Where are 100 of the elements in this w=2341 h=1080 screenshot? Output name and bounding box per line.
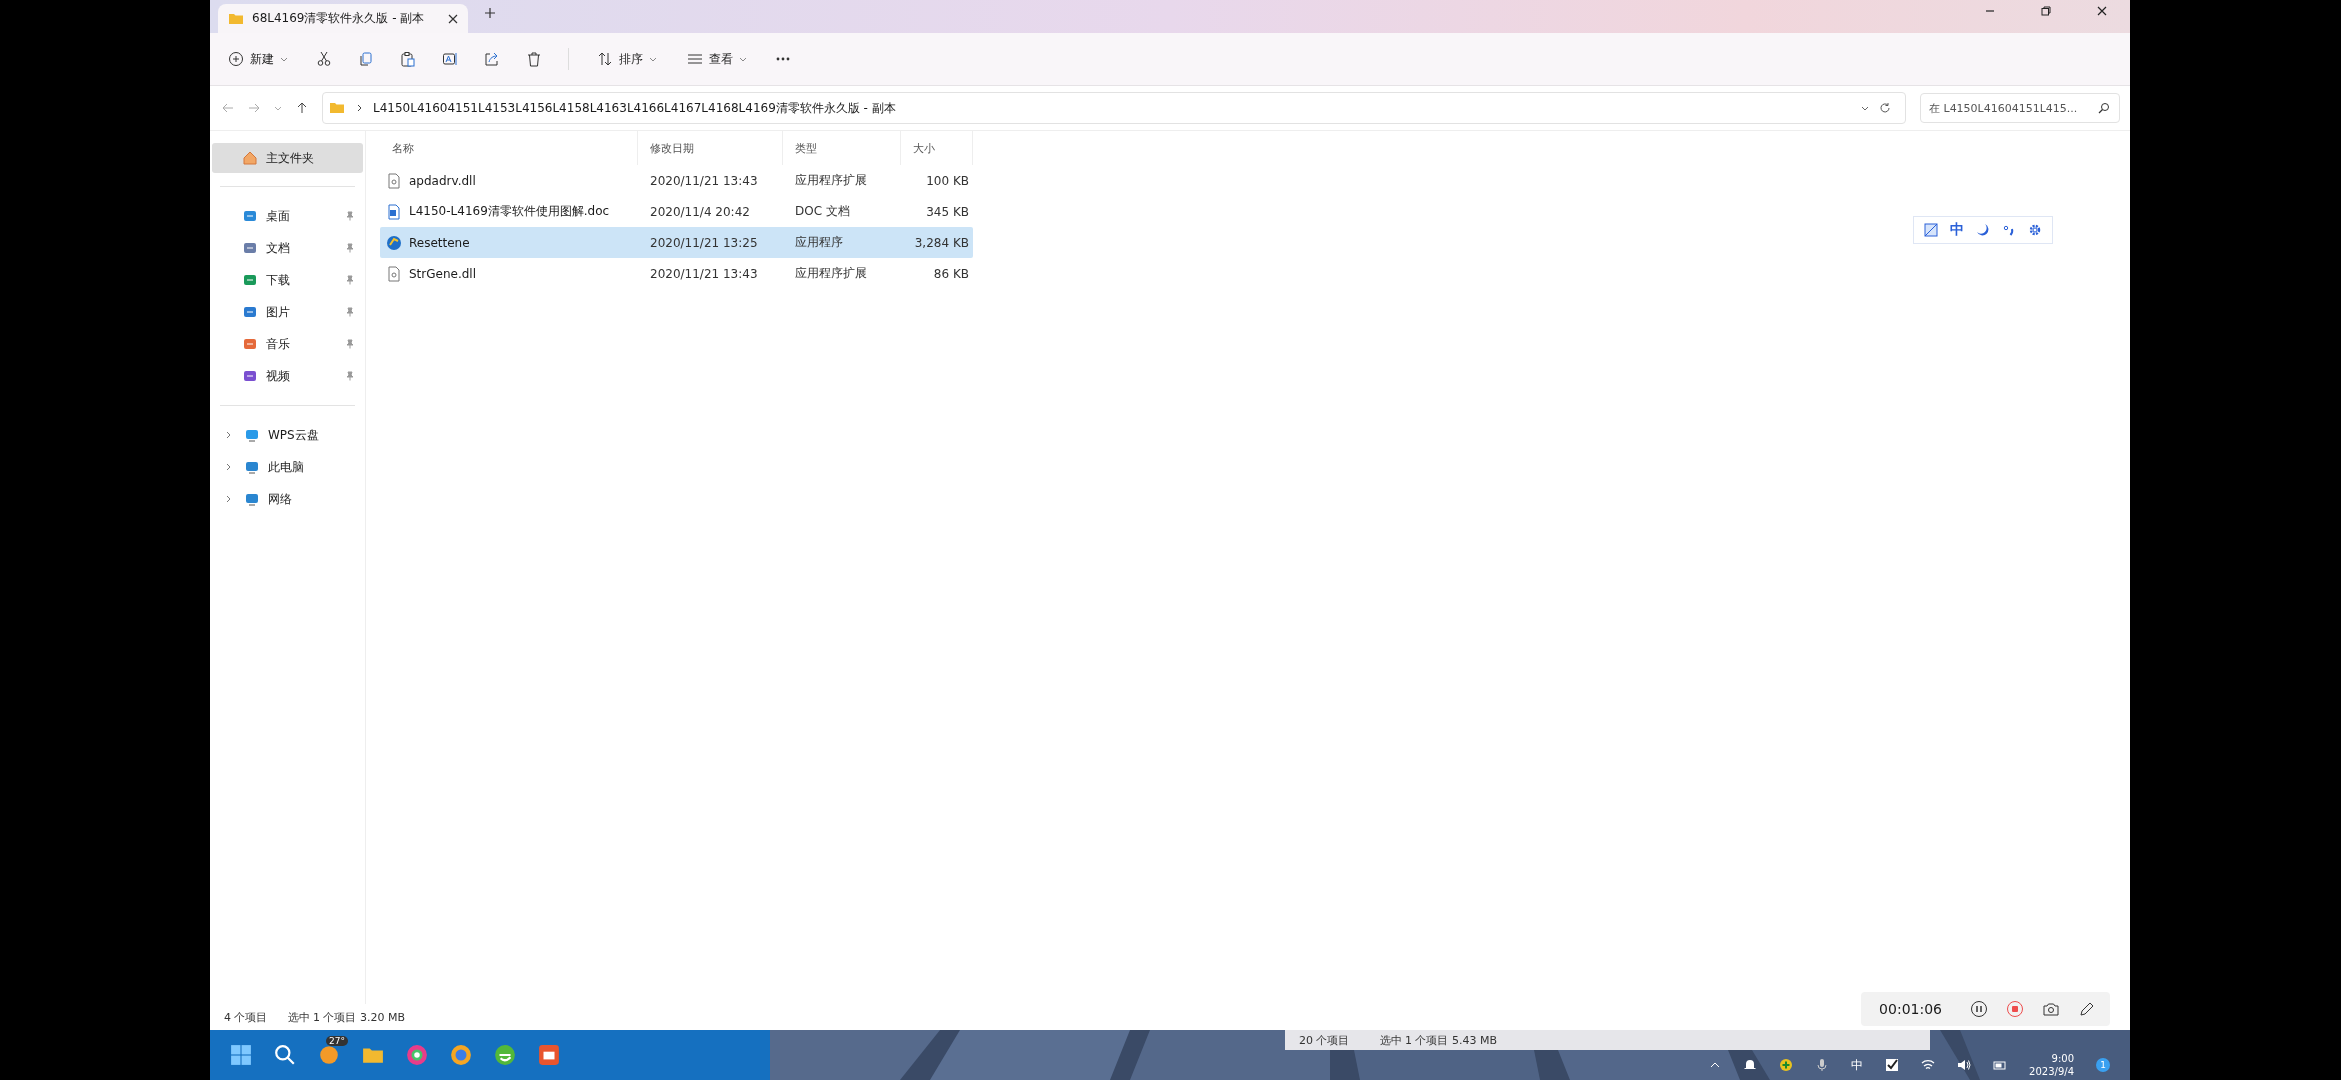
close-icon[interactable] bbox=[448, 13, 458, 24]
browser-icon[interactable] bbox=[450, 1044, 472, 1066]
sidebar-item[interactable]: 主文件夹 bbox=[212, 143, 363, 173]
video-app-icon[interactable] bbox=[538, 1044, 560, 1066]
pen-icon[interactable] bbox=[1924, 223, 1938, 237]
sidebar-item[interactable]: 此电脑 bbox=[236, 452, 312, 482]
home-icon bbox=[242, 150, 258, 166]
table-cell-text: 应用程序 bbox=[794, 234, 844, 251]
pin-icon[interactable] bbox=[345, 211, 355, 221]
sidebar-item[interactable]: 文档 bbox=[234, 233, 345, 263]
file-row[interactable]: StrGene.dll 2020/11/21 13:43 应用程序扩展 86 KB bbox=[380, 258, 973, 289]
chevron-down-icon bbox=[1861, 104, 1869, 112]
close-icon[interactable] bbox=[2096, 4, 2108, 17]
table-cell-text: 100 KB bbox=[925, 173, 970, 188]
pin-icon[interactable] bbox=[345, 243, 355, 253]
caret-icon bbox=[280, 55, 288, 63]
pin-icon[interactable] bbox=[345, 339, 355, 349]
up-icon[interactable] bbox=[296, 102, 308, 114]
ime-mode[interactable]: 中 bbox=[1950, 221, 1964, 239]
clock-date[interactable]: 2023/9/4 bbox=[2029, 1065, 2074, 1078]
sidebar-item[interactable]: 桌面 bbox=[234, 201, 345, 231]
tab-title: 68L4169清零软件永久版 - 副本 bbox=[252, 10, 426, 27]
new-button[interactable]: 新建 bbox=[226, 46, 290, 72]
start-icon[interactable] bbox=[230, 1044, 252, 1066]
lines-icon bbox=[687, 51, 703, 67]
sidebar-item[interactable]: 图片 bbox=[234, 297, 345, 327]
search-icon[interactable] bbox=[274, 1044, 296, 1066]
pin-icon[interactable] bbox=[345, 275, 355, 285]
column-header[interactable]: 修改日期 bbox=[638, 131, 783, 165]
check-icon[interactable] bbox=[1885, 1058, 1900, 1072]
expand-icon[interactable] bbox=[224, 495, 232, 503]
item-count: 4 个项目 bbox=[224, 1009, 268, 1025]
selection-info: 选中 1 个项目 5.43 MB bbox=[1379, 1032, 1497, 1048]
column-header[interactable]: 类型 bbox=[783, 131, 901, 165]
new-tab-icon[interactable] bbox=[484, 6, 496, 19]
microphone-icon[interactable] bbox=[1815, 1058, 1830, 1072]
sidebar-item[interactable]: WPS云盘 bbox=[236, 420, 327, 450]
monitor-icon bbox=[244, 491, 260, 507]
expand-icon[interactable] bbox=[224, 463, 232, 471]
pencil-icon[interactable] bbox=[2078, 1000, 2096, 1018]
recording-time: 00:01:06 bbox=[1879, 1001, 1942, 1017]
sort-icon bbox=[597, 51, 613, 67]
camera-icon[interactable] bbox=[2042, 1000, 2060, 1018]
chevron-right-icon bbox=[355, 104, 363, 112]
sidebar-item[interactable]: 音乐 bbox=[234, 329, 345, 359]
bell-icon[interactable] bbox=[1743, 1058, 1758, 1072]
sidebar-item[interactable]: 下载 bbox=[234, 265, 345, 295]
pin-icon[interactable] bbox=[345, 371, 355, 381]
window-tab[interactable]: 68L4169清零软件永久版 - 副本 bbox=[218, 4, 468, 33]
column-header[interactable]: 名称 bbox=[380, 131, 638, 165]
table-cell-text: 86 KB bbox=[932, 266, 970, 281]
wifi-icon[interactable] bbox=[1921, 1058, 1936, 1072]
monitor-icon bbox=[244, 459, 260, 475]
caret-icon bbox=[649, 55, 657, 63]
rename-icon[interactable] bbox=[442, 51, 458, 67]
table-cell-text: 应用程序扩展 bbox=[794, 172, 868, 189]
search-icon[interactable] bbox=[2098, 102, 2110, 114]
refresh-icon bbox=[1879, 102, 1891, 114]
selection-info: 选中 1 个项目 3.20 MB bbox=[287, 1009, 405, 1025]
pin-icon[interactable] bbox=[345, 307, 355, 317]
table-cell-text: 2020/11/21 13:25 bbox=[649, 235, 759, 250]
settings-icon[interactable] bbox=[2028, 223, 2042, 237]
file-row[interactable]: Resettene 2020/11/21 13:25 应用程序 3,284 KB bbox=[380, 227, 973, 258]
ime-indicator[interactable]: 中 bbox=[1851, 1056, 1864, 1074]
restore-icon[interactable] bbox=[2040, 4, 2052, 17]
document-icon bbox=[386, 203, 402, 220]
clock-time[interactable]: 9:00 bbox=[2051, 1052, 2074, 1065]
column-header[interactable]: 大小 bbox=[901, 131, 973, 165]
delete-icon[interactable] bbox=[526, 51, 542, 67]
table-cell-text: 2020/11/21 13:43 bbox=[649, 266, 759, 281]
battery-icon[interactable] bbox=[1993, 1058, 2008, 1072]
punctuation-icon[interactable] bbox=[2002, 223, 2016, 237]
item-count: 20 个项目 bbox=[1299, 1032, 1350, 1048]
sidebar-item[interactable]: 网络 bbox=[236, 484, 300, 514]
table-cell-text: DOC 文档 bbox=[794, 203, 851, 220]
view-button[interactable]: 查看 bbox=[685, 46, 749, 72]
file-row[interactable]: apdadrv.dll 2020/11/21 13:43 应用程序扩展 100 KB bbox=[380, 165, 973, 196]
volume-icon[interactable] bbox=[1957, 1058, 1972, 1072]
expand-icon[interactable] bbox=[224, 431, 232, 439]
sidebar-item[interactable]: 视频 bbox=[234, 361, 345, 391]
browser-icon[interactable] bbox=[406, 1044, 428, 1066]
stop-icon[interactable] bbox=[2006, 1000, 2024, 1018]
app-icon bbox=[386, 234, 402, 251]
copy-icon[interactable] bbox=[358, 51, 374, 67]
moon-icon[interactable] bbox=[1976, 223, 1990, 237]
table-cell-text: 应用程序扩展 bbox=[794, 265, 868, 282]
paste-icon[interactable] bbox=[400, 51, 416, 67]
share-icon[interactable] bbox=[484, 51, 500, 67]
sort-button[interactable]: 排序 bbox=[595, 46, 659, 72]
file-name: L4150-L4169清零软件使用图解.doc bbox=[409, 203, 610, 220]
cut-icon[interactable] bbox=[316, 51, 332, 67]
pause-icon[interactable] bbox=[1970, 1000, 1988, 1018]
browser-icon[interactable] bbox=[494, 1044, 516, 1066]
plus-circle-icon[interactable] bbox=[1779, 1058, 1794, 1072]
sun-icon[interactable] bbox=[318, 1044, 340, 1066]
file-name: StrGene.dll bbox=[409, 266, 477, 281]
file-row[interactable]: L4150-L4169清零软件使用图解.doc 2020/11/4 20:42 DOC 文档 345 KB bbox=[380, 196, 973, 227]
address-bar[interactable]: L4150L41604151L4153L4156L4158L4163L4166L4167L4168L4169清零软件永久版 - 副本 bbox=[322, 92, 1906, 124]
table-cell-text: 345 KB bbox=[925, 204, 970, 219]
search-field[interactable]: 在 L4150L41604151L415... bbox=[1920, 93, 2120, 123]
